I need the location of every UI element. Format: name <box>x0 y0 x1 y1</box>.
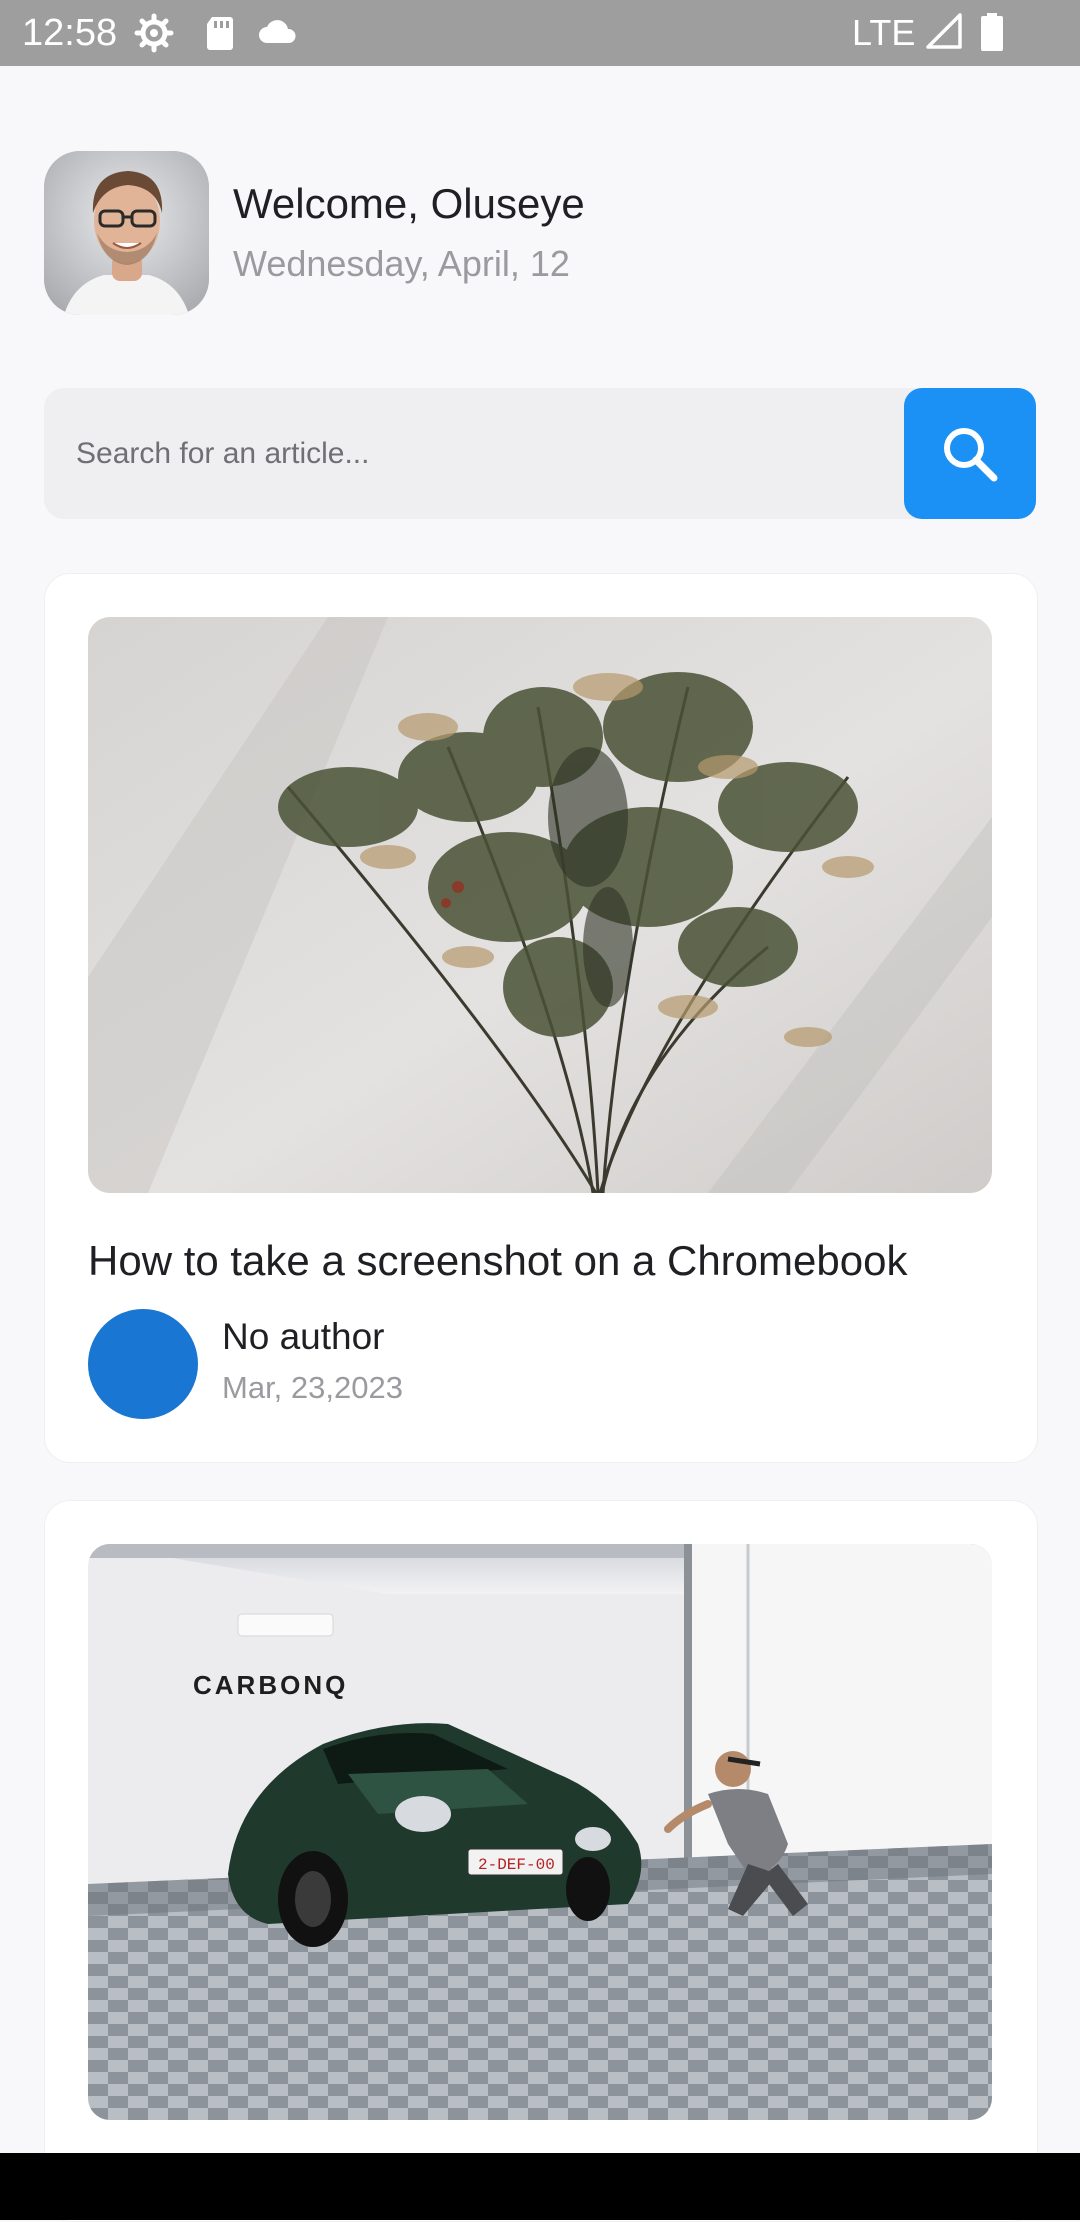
search-button[interactable] <box>904 388 1036 519</box>
battery-icon <box>981 13 1003 51</box>
article-title[interactable]: How to take a screenshot on a Chromebook <box>88 1234 907 1288</box>
article-date: Mar, 23,2023 <box>222 1370 403 1405</box>
sd-card-icon <box>207 17 233 50</box>
current-date: Wednesday, April, 12 <box>233 243 570 284</box>
license-plate: 2-DEF-00 <box>478 1856 555 1874</box>
profile-photo <box>44 151 209 315</box>
status-bar: 12:58 LTE <box>0 0 1080 66</box>
welcome-title: Welcome, Oluseye <box>233 180 585 227</box>
search-input[interactable] <box>76 426 856 482</box>
search-icon <box>944 427 998 481</box>
article-image: CARBONQ 2-DEF-00 <box>88 1544 992 2120</box>
article-image <box>88 617 992 1193</box>
author-avatar <box>88 1309 198 1419</box>
signal-icon <box>926 13 962 49</box>
settings-icon <box>134 13 174 53</box>
green-sports-car-garage-photo: CARBONQ 2-DEF-00 <box>88 1544 992 2120</box>
brand-sign: CARBONQ <box>193 1670 348 1700</box>
search-box <box>44 388 1036 519</box>
cloud-icon <box>259 20 296 43</box>
dried-grass-plant-photo <box>88 617 992 1193</box>
article-card[interactable]: How to take a screenshot on a Chromebook… <box>44 573 1038 1463</box>
author-name: No author <box>222 1316 385 1357</box>
network-type: LTE <box>852 12 916 53</box>
status-time: 12:58 <box>22 12 118 54</box>
system-nav-bar <box>0 2153 1080 2220</box>
article-card[interactable]: CARBONQ 2-DEF-00 <box>44 1500 1038 2222</box>
avatar[interactable] <box>44 151 209 315</box>
